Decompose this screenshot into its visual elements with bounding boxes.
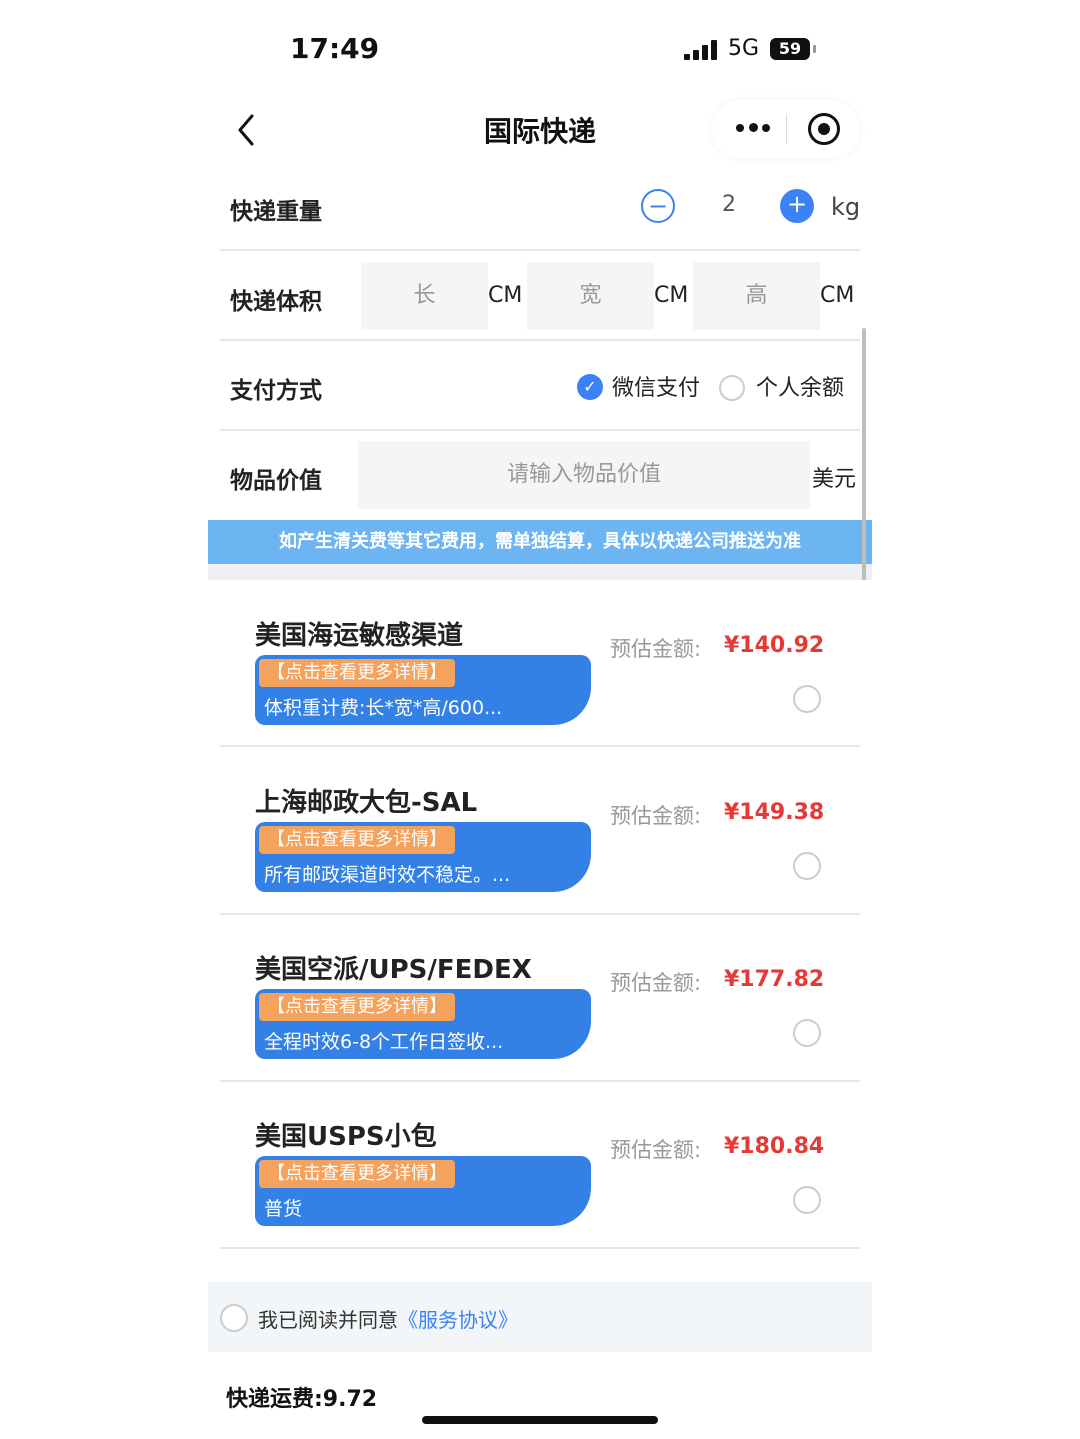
mini-program-capsule xyxy=(712,100,860,158)
signal-icon xyxy=(684,40,718,60)
width-input[interactable]: 宽 xyxy=(527,262,654,330)
battery-icon: 59 xyxy=(770,38,810,60)
item-value-unit: 美元 xyxy=(812,467,857,492)
divider xyxy=(220,913,860,915)
wechat-pay-radio[interactable]: ✓ xyxy=(577,374,603,400)
section-gap xyxy=(208,564,872,580)
divider xyxy=(220,1080,860,1082)
price-label: 预估金额: xyxy=(610,971,702,995)
agreement-text: 我已阅读并同意《服务协议》 xyxy=(258,1304,518,1333)
weight-value[interactable]: 2 xyxy=(714,192,744,217)
height-unit: CM xyxy=(820,283,855,308)
scrollbar[interactable] xyxy=(862,328,866,580)
weight-increment-button[interactable]: + xyxy=(780,189,814,223)
divider xyxy=(220,745,860,747)
length-input[interactable]: 长 xyxy=(361,262,488,330)
width-unit: CM xyxy=(654,283,689,308)
page-title: 国际快递 xyxy=(483,115,596,148)
agreement-label: 我已阅读并同意 xyxy=(258,1308,398,1332)
option-name: 美国USPS小包 xyxy=(255,1122,437,1152)
option-radio[interactable] xyxy=(793,1019,821,1047)
customs-notice: 如产生清关费等其它费用，需单独结算，具体以快递公司推送为准 xyxy=(208,520,872,564)
divider xyxy=(220,249,860,251)
volume-label: 快递体积 xyxy=(230,289,322,315)
option-price: ¥180.84 xyxy=(724,1134,825,1159)
battery-tip xyxy=(813,45,816,53)
option-radio[interactable] xyxy=(793,852,821,880)
divider xyxy=(220,339,860,341)
status-time: 17:49 xyxy=(290,32,380,65)
divider xyxy=(220,429,860,431)
price-label: 预估金额: xyxy=(610,1138,702,1162)
details-tag[interactable]: 【点击查看更多详情】 xyxy=(259,659,455,687)
price-label: 预估金额: xyxy=(610,637,702,661)
option-details-card[interactable]: 【点击查看更多详情】 普货 xyxy=(255,1156,591,1226)
more-dots-icon[interactable] xyxy=(736,122,770,134)
weight-unit: kg xyxy=(831,193,861,221)
option-name: 上海邮政大包-SAL xyxy=(255,788,478,818)
target-circle-icon[interactable] xyxy=(808,113,840,145)
length-unit: CM xyxy=(488,283,523,308)
details-tag[interactable]: 【点击查看更多详情】 xyxy=(259,993,455,1021)
wechat-pay-label[interactable]: 微信支付 xyxy=(612,370,700,402)
divider xyxy=(220,1247,860,1249)
agreement-bar: 我已阅读并同意《服务协议》 xyxy=(208,1282,872,1352)
details-tag[interactable]: 【点击查看更多详情】 xyxy=(259,1160,455,1188)
option-description: 全程时效6-8个工作日签收... xyxy=(264,1031,504,1053)
balance-label[interactable]: 个人余额 xyxy=(756,370,844,402)
option-description: 体积重计费:长*宽*高/600... xyxy=(264,697,503,719)
height-input[interactable]: 高 xyxy=(693,262,820,330)
option-radio[interactable] xyxy=(793,685,821,713)
weight-decrement-button[interactable]: − xyxy=(641,189,675,223)
shipping-fee: 快递运费:9.72 xyxy=(226,1387,378,1412)
service-agreement-link[interactable]: 《服务协议》 xyxy=(398,1308,518,1332)
item-value-label: 物品价值 xyxy=(230,468,322,494)
network-type: 5G xyxy=(728,36,760,61)
option-price: ¥140.92 xyxy=(724,633,825,658)
option-radio[interactable] xyxy=(793,1186,821,1214)
option-description: 普货 xyxy=(264,1198,303,1220)
option-details-card[interactable]: 【点击查看更多详情】 体积重计费:长*宽*高/600... xyxy=(255,655,591,725)
details-tag[interactable]: 【点击查看更多详情】 xyxy=(259,826,455,854)
option-name: 美国空派/UPS/FEDEX xyxy=(255,955,532,985)
option-details-card[interactable]: 【点击查看更多详情】 全程时效6-8个工作日签收... xyxy=(255,989,591,1059)
option-details-card[interactable]: 【点击查看更多详情】 所有邮政渠道时效不稳定。... xyxy=(255,822,591,892)
balance-radio[interactable] xyxy=(719,375,745,401)
weight-label: 快递重量 xyxy=(230,199,322,225)
agreement-checkbox[interactable] xyxy=(220,1304,248,1332)
option-price: ¥149.38 xyxy=(724,800,825,825)
price-label: 预估金额: xyxy=(610,804,702,828)
option-price: ¥177.82 xyxy=(724,967,825,992)
item-value-input[interactable]: 请输入物品价值 xyxy=(358,441,810,509)
option-name: 美国海运敏感渠道 xyxy=(255,621,464,651)
payment-label: 支付方式 xyxy=(230,378,322,404)
home-indicator xyxy=(422,1416,658,1424)
capsule-divider xyxy=(786,114,787,144)
option-description: 所有邮政渠道时效不稳定。... xyxy=(264,864,511,886)
